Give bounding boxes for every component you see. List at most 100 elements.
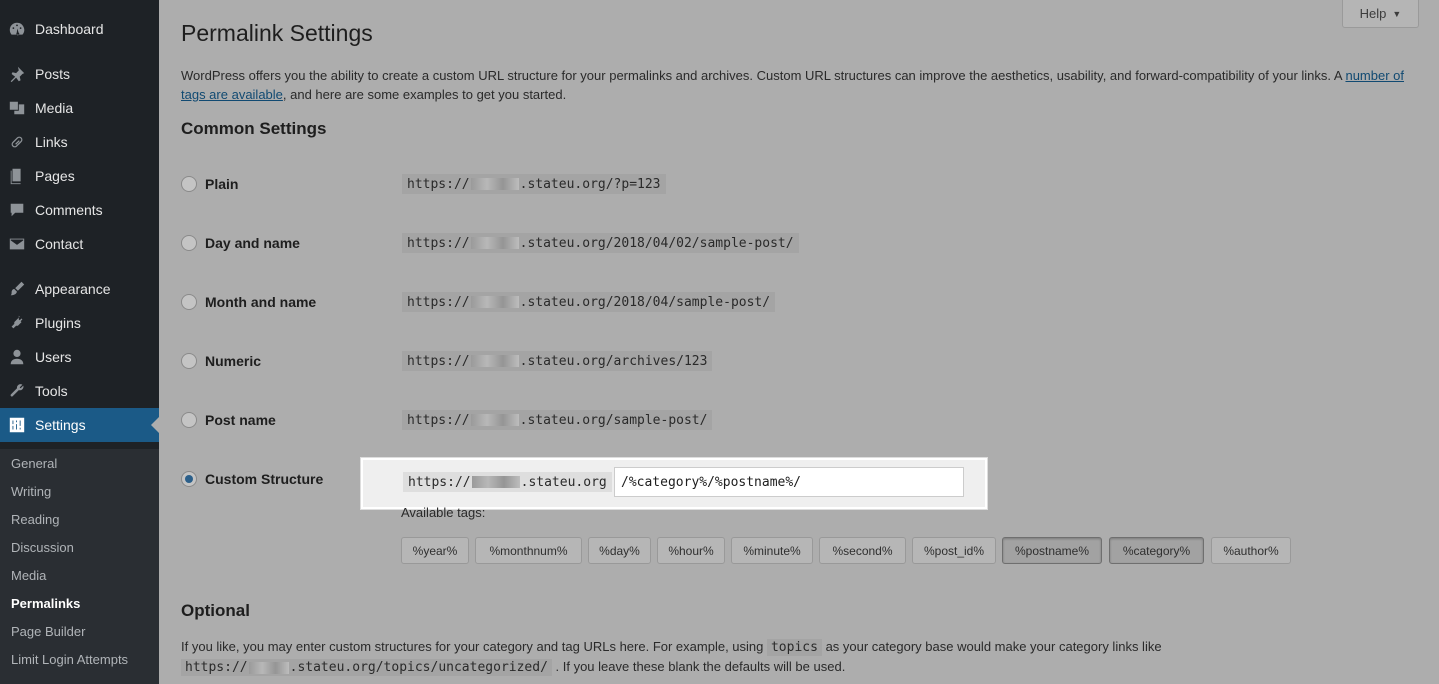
help-button[interactable]: Help ▼ — [1342, 0, 1419, 28]
submenu-item-permalinks[interactable]: Permalinks — [11, 593, 80, 613]
radio-numeric[interactable] — [181, 353, 197, 369]
url-suffix: .stateu.org/2018/04/sample-post/ — [519, 294, 771, 310]
admin-sidebar: Dashboard Posts Media Links Pages Commen… — [0, 0, 159, 684]
radio-month-and-name[interactable] — [181, 294, 197, 310]
url-suffix: .stateu.org/2018/04/02/sample-post/ — [519, 235, 794, 251]
tag-button-monthnum[interactable]: %monthnum% — [475, 537, 582, 564]
url-prefix: https:// — [407, 235, 470, 251]
category-base-example: topics — [766, 639, 822, 656]
tag-button-day[interactable]: %day% — [588, 537, 651, 564]
tag-button-postname[interactable]: %postname% — [1002, 537, 1102, 564]
caret-down-icon: ▼ — [1392, 8, 1402, 19]
url-suffix: .stateu.org/topics/uncategorized/ — [289, 660, 548, 675]
sidebar-item-plugins[interactable]: Plugins — [0, 306, 159, 340]
redacted-domain — [470, 296, 519, 308]
example-url-plain: https:// .stateu.org/?p=123 — [402, 174, 666, 194]
redacted-domain — [470, 178, 519, 190]
url-prefix: https:// — [407, 294, 470, 310]
url-prefix: https:// — [407, 353, 470, 369]
optional-text-middle: as your category base would make your ca… — [821, 639, 1162, 654]
submenu-item-media[interactable]: Media — [11, 565, 46, 585]
sidebar-item-pages[interactable]: Pages — [0, 159, 159, 193]
available-tags-label: Available tags: — [401, 505, 486, 520]
option-month-and-name[interactable]: Month and name — [181, 290, 316, 314]
sidebar-item-appearance[interactable]: Appearance — [0, 272, 159, 306]
tag-button-second[interactable]: %second% — [819, 537, 906, 564]
tag-button-hour[interactable]: %hour% — [657, 537, 725, 564]
radio-day-and-name[interactable] — [181, 235, 197, 251]
sidebar-item-label: Links — [35, 134, 68, 150]
common-settings-heading: Common Settings — [181, 119, 327, 138]
pages-icon — [0, 167, 35, 185]
sidebar-item-comments[interactable]: Comments — [0, 193, 159, 227]
submenu-item-limit-login-attempts[interactable]: Limit Login Attempts — [11, 649, 128, 669]
option-label: Custom Structure — [205, 471, 324, 487]
sidebar-item-label: Dashboard — [35, 21, 104, 37]
option-label: Day and name — [205, 235, 300, 251]
custom-structure-box: https:// .stateu.org — [361, 458, 987, 509]
redacted-domain — [470, 237, 519, 249]
settings-submenu: General Writing Reading Discussion Media… — [0, 449, 159, 684]
page-title: Permalink Settings — [181, 20, 373, 46]
option-label: Numeric — [205, 353, 262, 369]
example-url-day-and-name: https:// .stateu.org/2018/04/02/sample-po… — [402, 233, 799, 253]
user-icon — [0, 348, 35, 366]
submenu-item-writing[interactable]: Writing — [11, 481, 51, 501]
tag-button-minute[interactable]: %minute% — [731, 537, 813, 564]
submenu-item-general[interactable]: General — [11, 453, 57, 473]
pin-icon — [0, 65, 35, 83]
option-numeric[interactable]: Numeric — [181, 349, 261, 373]
option-label: Plain — [205, 176, 239, 192]
option-label: Month and name — [205, 294, 317, 310]
option-plain[interactable]: Plain — [181, 172, 238, 196]
url-prefix: https:// — [185, 660, 248, 675]
example-url-month-and-name: https:// .stateu.org/2018/04/sample-post/ — [402, 292, 776, 312]
option-custom-structure[interactable]: Custom Structure — [181, 467, 323, 491]
brush-icon — [0, 280, 35, 298]
sidebar-item-settings[interactable]: Settings — [0, 408, 159, 442]
radio-plain[interactable] — [181, 176, 197, 192]
option-day-and-name[interactable]: Day and name — [181, 231, 300, 255]
sidebar-item-label: Appearance — [35, 281, 111, 297]
sidebar-item-posts[interactable]: Posts — [0, 57, 159, 91]
sidebar-item-label: Posts — [35, 66, 71, 82]
submenu-item-page-builder[interactable]: Page Builder — [11, 621, 85, 641]
optional-text-start: If you like, you may enter custom struct… — [181, 639, 767, 654]
link-icon — [0, 133, 35, 151]
sidebar-item-dashboard[interactable]: Dashboard — [0, 12, 159, 46]
tag-button-year[interactable]: %year% — [401, 537, 469, 564]
sidebar-item-users[interactable]: Users — [0, 340, 159, 374]
category-link-example: https:// .stateu.org/topics/uncategorized… — [181, 659, 552, 676]
radio-custom-structure[interactable] — [181, 471, 197, 487]
tag-button-post-id[interactable]: %post_id% — [912, 537, 996, 564]
sidebar-item-label: Tools — [35, 383, 68, 399]
radio-post-name[interactable] — [181, 412, 197, 428]
option-label: Post name — [205, 412, 276, 428]
url-prefix: https:// — [407, 412, 470, 428]
optional-description: If you like, you may enter custom struct… — [181, 637, 1421, 677]
submenu-item-reading[interactable]: Reading — [11, 509, 59, 529]
sidebar-item-links[interactable]: Links — [0, 125, 159, 159]
sidebar-item-contact[interactable]: Contact — [0, 227, 159, 261]
sidebar-item-label: Comments — [35, 202, 103, 218]
url-prefix: https:// — [407, 176, 470, 192]
intro-text-end: , and here are some examples to get you … — [282, 87, 567, 102]
sidebar-item-media[interactable]: Media — [0, 91, 159, 125]
optional-text-end: . If you leave these blank the defaults … — [551, 659, 846, 674]
example-url-numeric: https:// .stateu.org/archives/123 — [402, 351, 713, 371]
plug-icon — [0, 314, 35, 332]
redacted-domain — [470, 414, 519, 426]
custom-structure-input[interactable] — [614, 467, 964, 497]
sidebar-item-tools[interactable]: Tools — [0, 374, 159, 408]
redacted-domain — [471, 476, 520, 488]
wrench-icon — [0, 382, 35, 400]
sidebar-item-label: Plugins — [35, 315, 81, 331]
tag-button-category[interactable]: %category% — [1109, 537, 1204, 564]
redacted-domain — [248, 661, 289, 674]
option-post-name[interactable]: Post name — [181, 408, 276, 432]
submenu-item-discussion[interactable]: Discussion — [11, 537, 74, 557]
url-suffix: .stateu.org/archives/123 — [519, 353, 708, 369]
tag-button-author[interactable]: %author% — [1211, 537, 1291, 564]
sidebar-item-label: Users — [35, 349, 72, 365]
sidebar-item-label: Pages — [35, 168, 75, 184]
